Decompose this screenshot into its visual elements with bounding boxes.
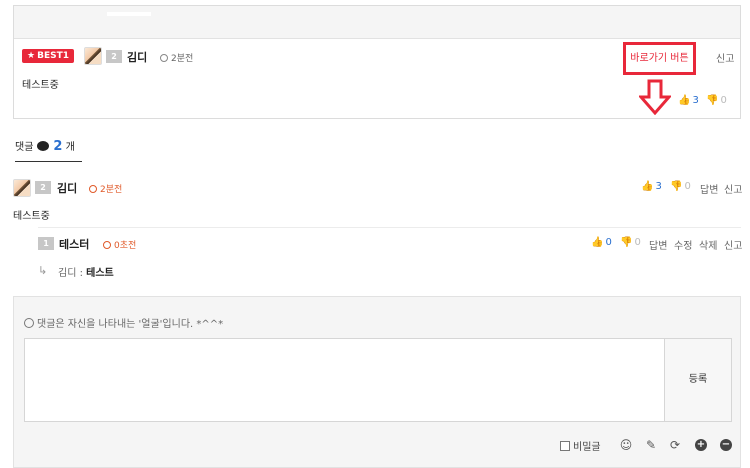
reply-button[interactable]: 답변 <box>649 237 667 252</box>
username[interactable]: 테스터 <box>59 236 89 252</box>
reply-target: 김디 : 테스트 <box>58 268 114 279</box>
time-text: 2분전 <box>171 54 194 64</box>
comments-header-underline <box>15 161 82 162</box>
username[interactable]: 김디 <box>57 180 77 196</box>
time-text: 0초전 <box>114 241 137 251</box>
downvote-group: 👎 0 <box>670 181 691 192</box>
comment-time: 2분전 <box>89 182 122 195</box>
clock-icon <box>160 54 168 62</box>
thumbs-up-icon[interactable]: 👍 <box>641 181 653 192</box>
speech-bubble-icon <box>37 141 50 151</box>
submit-button[interactable]: 등록 <box>664 338 732 422</box>
reply-button[interactable]: 답변 <box>700 181 718 196</box>
vote-group: 👍 3 <box>678 95 699 106</box>
secret-checkbox-group[interactable]: 비밀글 <box>560 438 601 454</box>
comments-unit: 개 <box>65 142 75 153</box>
thumbs-down-icon[interactable]: 👎 <box>670 181 682 192</box>
comment-textarea[interactable] <box>24 338 665 422</box>
comment-body: 테스트중 <box>22 80 59 91</box>
clock-icon <box>89 185 97 193</box>
reply-to-name: 김디 <box>58 268 77 279</box>
plus-icon[interactable]: + <box>695 439 707 451</box>
write-notice-text: 댓글은 자신을 나타내는 '얼굴'입니다. *^^* <box>37 319 224 330</box>
thumbs-down-icon[interactable]: 👎 <box>620 237 632 248</box>
time-text: 2분전 <box>100 185 123 195</box>
reply-body: 테스트 <box>86 268 114 279</box>
downvote-group: 👎 0 <box>620 237 641 248</box>
avatar[interactable] <box>84 47 102 65</box>
report-link[interactable]: 신고 <box>716 50 734 65</box>
downvote-group: 👎 0 <box>706 95 727 106</box>
comments-header: 댓글 2 개 <box>15 138 75 154</box>
avatar[interactable] <box>13 179 31 197</box>
write-notice: 댓글은 자신을 나타내는 '얼굴'입니다. *^^* <box>24 315 223 330</box>
thumbs-up-icon[interactable]: 👍 <box>678 95 690 106</box>
report-link[interactable]: 신고 <box>724 237 742 252</box>
comment-time: 0초전 <box>103 238 136 251</box>
level-badge: 2 <box>35 181 51 194</box>
star-icon: ★ <box>27 51 36 61</box>
downvote-count: 0 <box>684 181 691 192</box>
thumbs-up-icon[interactable]: 👍 <box>591 237 603 248</box>
comment-body: 테스트중 <box>13 211 50 222</box>
report-link[interactable]: 신고 <box>724 181 742 196</box>
divider <box>38 227 741 228</box>
emoticon-icon[interactable]: ☺ <box>619 438 633 452</box>
vote-group: 👍 3 <box>641 181 662 192</box>
best-comment-strip <box>14 6 740 39</box>
level-badge: 1 <box>38 237 54 250</box>
comment-time: 2분전 <box>160 51 193 64</box>
shortcut-annotation-box[interactable]: 바로가기 버튼 <box>623 42 696 75</box>
best-badge-label: BEST1 <box>37 51 69 61</box>
downvote-count: 0 <box>720 95 727 106</box>
vote-group: 👍 0 <box>591 237 612 248</box>
username[interactable]: 김디 <box>127 49 147 65</box>
smile-icon <box>24 318 34 328</box>
thumbs-down-icon[interactable]: 👎 <box>706 95 718 106</box>
delete-button[interactable]: 삭제 <box>699 237 717 252</box>
upvote-count: 0 <box>605 237 612 248</box>
tab-indicator <box>107 12 151 16</box>
shortcut-annotation-label: 바로가기 버튼 <box>630 53 689 64</box>
reply-arrow-icon: ↳ <box>38 264 48 277</box>
down-arrow-icon <box>639 79 671 115</box>
clock-icon <box>103 241 111 249</box>
edit-button[interactable]: 수정 <box>674 237 692 252</box>
best-badge: ★ BEST1 <box>22 49 74 63</box>
secret-label: 비밀글 <box>573 442 601 453</box>
refresh-icon[interactable]: ⟳ <box>668 438 682 452</box>
upvote-count: 3 <box>692 95 699 106</box>
comments-count: 2 <box>53 139 63 154</box>
pencil-icon[interactable]: ✎ <box>644 438 658 452</box>
upvote-count: 3 <box>655 181 662 192</box>
minus-icon[interactable]: − <box>720 439 732 451</box>
level-badge: 2 <box>106 50 122 63</box>
secret-checkbox[interactable] <box>560 441 570 451</box>
comments-label: 댓글 <box>15 142 34 153</box>
downvote-count: 0 <box>634 237 641 248</box>
